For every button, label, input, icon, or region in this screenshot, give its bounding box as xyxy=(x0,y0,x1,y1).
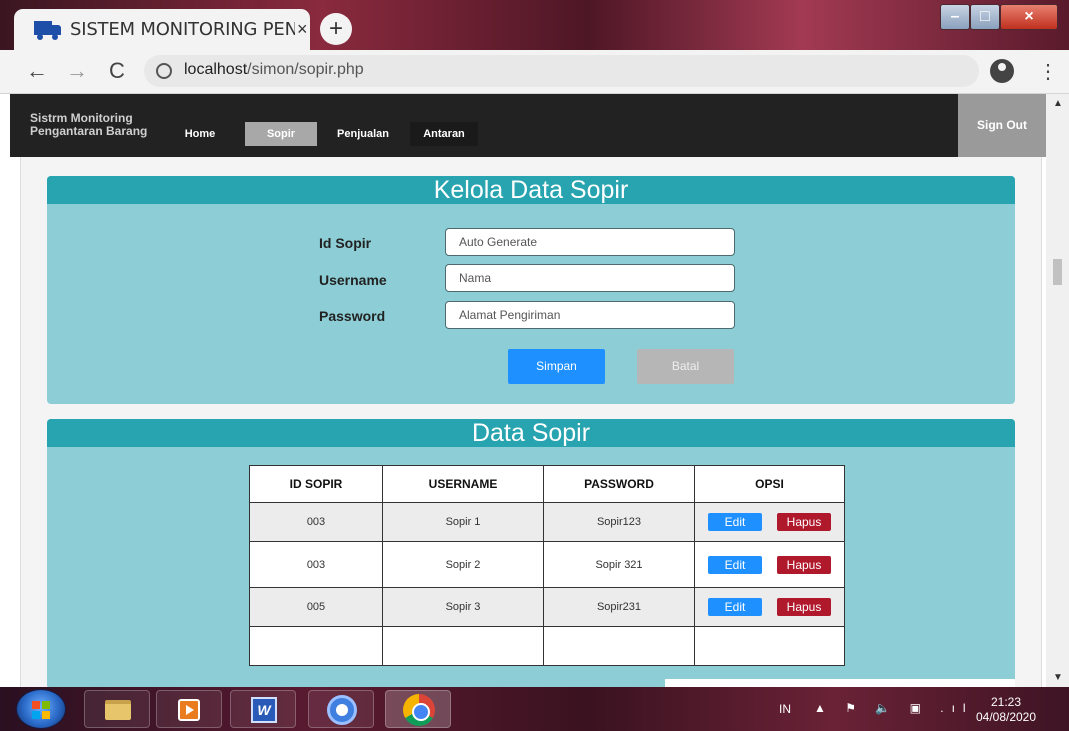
word-icon: W xyxy=(251,697,277,723)
cell-password: Sopir231 xyxy=(543,587,695,627)
header-id-sopir: ID SOPIR xyxy=(249,465,383,503)
empty-cell xyxy=(249,626,383,666)
header-password: PASSWORD xyxy=(543,465,695,503)
cell-password: Sopir123 xyxy=(543,502,695,542)
delete-button[interactable]: Hapus xyxy=(777,555,831,574)
window-titlebar: SISTEM MONITORING PEN × + – □ × xyxy=(0,0,1069,50)
taskbar-clock[interactable]: 21:23 04/08/2020 xyxy=(966,695,1046,725)
browser-menu-icon[interactable]: ⋮ xyxy=(1038,59,1058,84)
delete-button[interactable]: Hapus xyxy=(777,513,831,531)
app-brand[interactable]: Sistrm Monitoring Pengantaran Barang xyxy=(30,112,147,138)
forward-button[interactable]: → xyxy=(64,58,90,84)
table-row: 003 Sopir 1 Sopir123 Edit Hapus xyxy=(249,502,845,542)
tab-close-icon[interactable]: × xyxy=(297,19,308,40)
start-button[interactable] xyxy=(16,689,66,729)
clock-time: 21:23 xyxy=(990,695,1022,709)
folder-icon xyxy=(105,700,131,720)
table-row: 003 Sopir 2 Sopir 321 Edit Hapus xyxy=(249,541,845,588)
form-title: Kelola Data Sopir xyxy=(47,176,1015,204)
nav-home[interactable]: Home xyxy=(180,122,220,146)
sopir-table: ID SOPIR USERNAME PASSWORD OPSI 003 Sopi… xyxy=(249,465,845,666)
reload-button[interactable]: C xyxy=(104,58,130,84)
cell-username: Sopir 2 xyxy=(382,541,544,588)
system-tray-icons[interactable]: ▲ ⚑ 🔈 ▣ .ıl xyxy=(814,701,974,715)
scroll-up-icon[interactable]: ▲ xyxy=(1053,98,1063,109)
username-label: Username xyxy=(319,272,387,288)
page-content: Kelola Data Sopir Id Sopir Username Pass… xyxy=(20,157,1042,689)
tab-title: SISTEM MONITORING PEN xyxy=(70,19,295,40)
header-opsi: OPSI xyxy=(694,465,845,503)
cell-id: 003 xyxy=(249,502,383,542)
minimize-button[interactable]: – xyxy=(940,4,970,30)
edit-button[interactable]: Edit xyxy=(708,555,762,574)
edit-button[interactable]: Edit xyxy=(708,513,762,531)
sign-out-button[interactable]: Sign Out xyxy=(958,94,1046,157)
back-button[interactable]: ← xyxy=(24,58,50,84)
table-panel: Data Sopir ID SOPIR USERNAME PASSWORD OP… xyxy=(47,419,1015,689)
language-indicator[interactable]: IN xyxy=(779,702,791,716)
profile-icon[interactable] xyxy=(990,59,1014,83)
cell-actions: Edit Hapus xyxy=(694,541,845,588)
table-header-row: ID SOPIR USERNAME PASSWORD OPSI xyxy=(249,465,845,503)
taskbar-media-player[interactable] xyxy=(156,690,222,728)
windows-logo-icon xyxy=(32,701,50,719)
taskbar-chrome[interactable] xyxy=(385,690,451,728)
chromium-icon xyxy=(327,695,357,725)
table-row: 005 Sopir 3 Sopir231 Edit Hapus xyxy=(249,587,845,627)
cell-id: 003 xyxy=(249,541,383,588)
password-input[interactable] xyxy=(445,301,735,329)
table-row-empty xyxy=(249,626,845,666)
media-player-icon xyxy=(178,699,200,721)
empty-cell xyxy=(543,626,695,666)
taskbar-explorer[interactable] xyxy=(84,690,150,728)
maximize-button[interactable]: □ xyxy=(970,4,1000,30)
url-text: localhost/simon/sopir.php xyxy=(184,61,364,79)
nav-sopir[interactable]: Sopir xyxy=(245,122,317,146)
nav-penjualan[interactable]: Penjualan xyxy=(333,122,393,146)
save-button[interactable]: Simpan xyxy=(508,349,605,384)
form-panel: Kelola Data Sopir Id Sopir Username Pass… xyxy=(47,176,1015,404)
taskbar-word[interactable]: W xyxy=(230,690,296,728)
cell-id: 005 xyxy=(249,587,383,627)
id-sopir-label: Id Sopir xyxy=(319,235,372,251)
empty-cell xyxy=(694,626,845,666)
new-tab-button[interactable]: + xyxy=(320,13,352,45)
cell-username: Sopir 1 xyxy=(382,502,544,542)
delete-button[interactable]: Hapus xyxy=(777,598,831,616)
scroll-thumb[interactable] xyxy=(1053,259,1062,285)
truck-icon xyxy=(34,20,62,40)
empty-cell xyxy=(382,626,544,666)
taskbar-chromium[interactable] xyxy=(308,690,374,728)
cancel-button[interactable]: Batal xyxy=(637,349,734,384)
username-input[interactable] xyxy=(445,264,735,292)
cell-username: Sopir 3 xyxy=(382,587,544,627)
site-info-icon[interactable] xyxy=(156,63,172,79)
cell-password: Sopir 321 xyxy=(543,541,695,588)
brand-line-2: Pengantaran Barang xyxy=(30,124,148,138)
header-username: USERNAME xyxy=(382,465,544,503)
address-bar[interactable]: localhost/simon/sopir.php xyxy=(144,55,979,87)
url-path: /simon/sopir.php xyxy=(247,61,364,78)
password-label: Password xyxy=(319,308,386,324)
cell-actions: Edit Hapus xyxy=(694,502,845,542)
id-sopir-input[interactable] xyxy=(445,228,735,256)
page-scrollbar[interactable]: ▲ ▼ xyxy=(1046,94,1069,687)
browser-tab[interactable]: SISTEM MONITORING PEN × xyxy=(14,9,310,50)
table-title: Data Sopir xyxy=(47,419,1015,447)
chrome-icon xyxy=(403,694,435,726)
nav-antaran[interactable]: Antaran xyxy=(410,122,478,146)
browser-toolbar: ← → C localhost/simon/sopir.php ⋮ xyxy=(0,50,1069,94)
app-navbar: Sistrm Monitoring Pengantaran Barang Hom… xyxy=(10,94,1046,157)
scroll-down-icon[interactable]: ▼ xyxy=(1053,672,1063,683)
url-host: localhost xyxy=(184,61,248,78)
footer-strip xyxy=(665,679,1015,687)
close-window-button[interactable]: × xyxy=(1000,4,1058,30)
clock-date: 04/08/2020 xyxy=(975,710,1037,724)
cell-actions: Edit Hapus xyxy=(694,587,845,627)
edit-button[interactable]: Edit xyxy=(708,598,762,616)
windows-taskbar: W IN ▲ ⚑ 🔈 ▣ .ıl 21:23 04/08/2020 xyxy=(0,687,1069,731)
